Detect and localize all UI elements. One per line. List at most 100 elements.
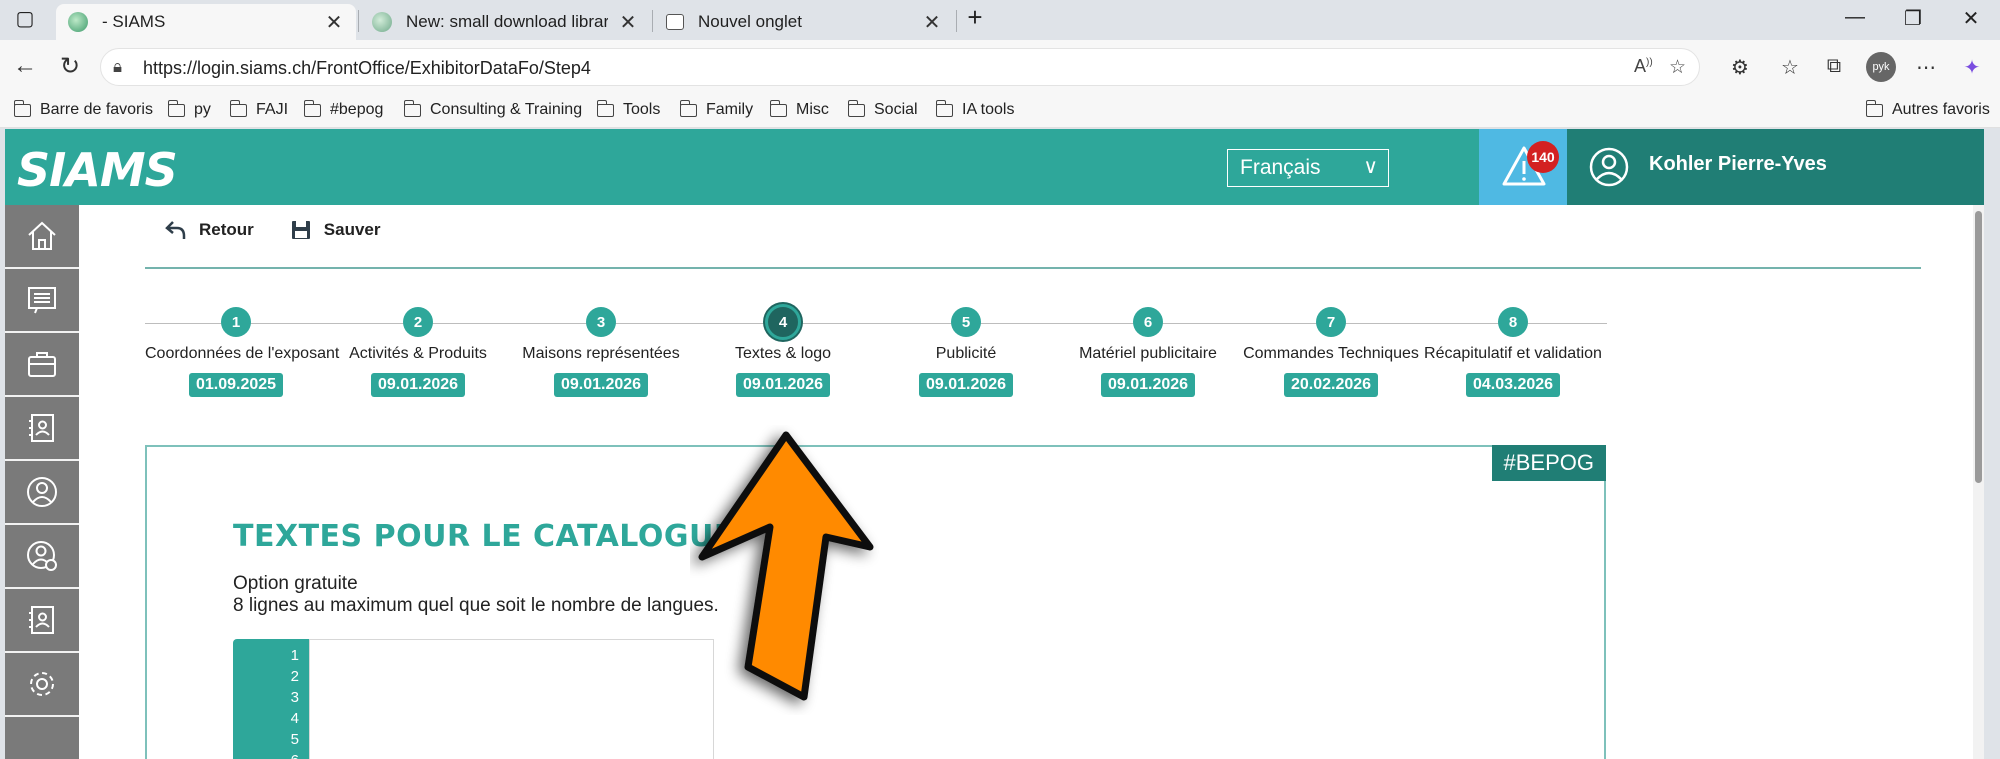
alerts-button[interactable]: 140 [1479, 129, 1567, 205]
sidebar-item-list[interactable] [5, 269, 79, 333]
line-number: 5 [290, 731, 299, 748]
step-date-badge: 20.02.2026 [1283, 373, 1379, 397]
tab-separator [956, 10, 957, 32]
step-5[interactable]: 5 Publicité 09.01.2026 [875, 307, 1057, 397]
tab-siams[interactable]: - SIAMS ✕ [56, 4, 356, 40]
step-number: 6 [1133, 307, 1163, 337]
new-tab-icon [666, 14, 684, 30]
profile-avatar[interactable]: pyk [1866, 52, 1896, 82]
option-free-text: Option gratuite [233, 573, 358, 594]
favorites-item[interactable]: Barre de favoris [13, 99, 153, 119]
sidebar-item-briefcase[interactable] [5, 333, 79, 397]
save-button[interactable]: Sauver [290, 219, 380, 241]
floppy-disk-icon [291, 221, 310, 239]
window-close-icon[interactable]: ✕ [1956, 6, 1986, 31]
url-input[interactable]: 🔒︎ https://login.siams.ch/FrontOffice/Ex… [100, 48, 1700, 86]
step-label: Activités & Produits [349, 345, 487, 362]
sidebar-item-contacts[interactable] [5, 397, 79, 461]
lock-icon[interactable]: 🔒︎ [113, 57, 122, 77]
step-number: 7 [1316, 307, 1346, 337]
step-label: Textes & logo [734, 345, 832, 362]
favorites-item[interactable]: FAJI [229, 99, 288, 119]
tab-separator [652, 10, 653, 32]
close-icon[interactable]: ✕ [618, 10, 638, 35]
back-arrow-icon[interactable]: ← [10, 52, 40, 80]
tab-separator [358, 10, 359, 32]
scrollbar-thumb[interactable] [1975, 211, 1982, 483]
sidebar-item-settings[interactable] [5, 653, 79, 717]
favorites-icon[interactable]: ☆ [1776, 55, 1804, 80]
step-4-current[interactable]: 4 Textes & logo 09.01.2026 [692, 304, 874, 397]
tab-actions-icon[interactable]: ▢ [10, 6, 40, 31]
minimize-icon[interactable]: — [1840, 6, 1870, 29]
step-1[interactable]: 1 Coordonnées de l'exposant 01.09.2025 [145, 307, 340, 397]
step-number: 4 [765, 304, 801, 340]
favorites-item[interactable]: IA tools [935, 99, 1014, 119]
step-6[interactable]: 6 Matériel publicitaire 09.01.2026 [1057, 307, 1239, 397]
step-label: Maisons représentées [522, 345, 680, 362]
language-select[interactable]: Français ∨ [1227, 149, 1389, 187]
step-number: 3 [586, 307, 616, 337]
line-number: 3 [290, 689, 299, 706]
siams-favicon-icon [68, 12, 88, 32]
tab-download-library[interactable]: New: small download library - SIA ✕ [360, 4, 650, 40]
favorites-item[interactable]: Consulting & Training [403, 99, 582, 119]
orange-arrow-annotation [698, 431, 874, 701]
sidebar-item-contact-card[interactable] [5, 589, 79, 653]
sidebar-item-home[interactable] [5, 205, 79, 269]
step-number: 5 [951, 307, 981, 337]
more-options-icon[interactable]: ⋯ [1912, 55, 1940, 80]
favorites-item[interactable]: Social [847, 99, 918, 119]
sidebar-item-profile[interactable] [5, 461, 79, 525]
line-number: 6 [269, 752, 299, 759]
step-date-badge: 04.03.2026 [1465, 373, 1561, 397]
copilot-icon[interactable]: ✦ [1958, 55, 1986, 80]
user-menu[interactable]: Kohler Pierre-Yves [1567, 129, 1984, 205]
read-aloud-icon[interactable]: A)) [1634, 56, 1653, 77]
step-label: Récapitulatif et validation [1424, 345, 1602, 362]
new-tab-plus-icon[interactable]: + [960, 2, 990, 33]
extensions-icon[interactable]: ⚙︎ [1726, 55, 1754, 80]
tab-new-tab[interactable]: Nouvel onglet ✕ [654, 4, 954, 40]
step-label: Commandes Techniques [1243, 345, 1419, 362]
folder-icon [303, 99, 321, 117]
folder-icon [935, 99, 953, 117]
reload-icon[interactable]: ↻ [55, 52, 85, 81]
step-date-badge: 01.09.2025 [188, 373, 284, 397]
folder-icon [769, 99, 787, 117]
close-icon[interactable]: ✕ [324, 10, 344, 35]
step-7[interactable]: 7 Commandes Techniques 20.02.2026 [1240, 307, 1422, 397]
step-3[interactable]: 3 Maisons représentées 09.01.2026 [510, 307, 692, 397]
step-label: Coordonnées de l'exposant [145, 345, 340, 362]
favorites-item[interactable]: Misc [769, 99, 829, 119]
close-icon[interactable]: ✕ [922, 10, 942, 35]
home-icon [28, 221, 56, 250]
sidebar [5, 205, 79, 759]
favorites-item[interactable]: py [167, 99, 211, 119]
line-number: 1 [290, 647, 299, 664]
folder-icon [596, 99, 614, 117]
siams-logo[interactable]: SIAMS [17, 143, 178, 197]
favorites-item[interactable]: Tools [596, 99, 660, 119]
line-number: 2 [290, 668, 299, 685]
siams-favicon-icon [372, 12, 392, 32]
page-scrollbar[interactable] [1973, 205, 1984, 759]
step-number: 8 [1498, 307, 1528, 337]
step-date-badge: 09.01.2026 [370, 373, 466, 397]
favorites-item[interactable]: #bepog [303, 99, 383, 119]
catalogue-text-input[interactable] [309, 639, 714, 759]
restore-icon[interactable]: ❐ [1898, 6, 1928, 31]
favorites-item[interactable]: Family [679, 99, 753, 119]
other-favorites[interactable]: Autres favoris [1865, 99, 1990, 119]
step-8[interactable]: 8 Récapitulatif et validation 04.03.2026 [1422, 307, 1604, 397]
step-2[interactable]: 2 Activités & Produits 09.01.2026 [327, 307, 509, 397]
folder-icon [403, 99, 421, 117]
favorite-star-icon[interactable]: ☆ [1669, 56, 1686, 79]
sidebar-item-user-settings[interactable] [5, 525, 79, 589]
collections-icon[interactable]: ⧉ [1820, 55, 1848, 78]
back-button[interactable]: Retour [165, 219, 254, 241]
folder-icon [167, 99, 185, 117]
step-label: Matériel publicitaire [1079, 345, 1217, 362]
gear-icon [30, 672, 54, 696]
undo-arrow-icon [165, 221, 186, 239]
